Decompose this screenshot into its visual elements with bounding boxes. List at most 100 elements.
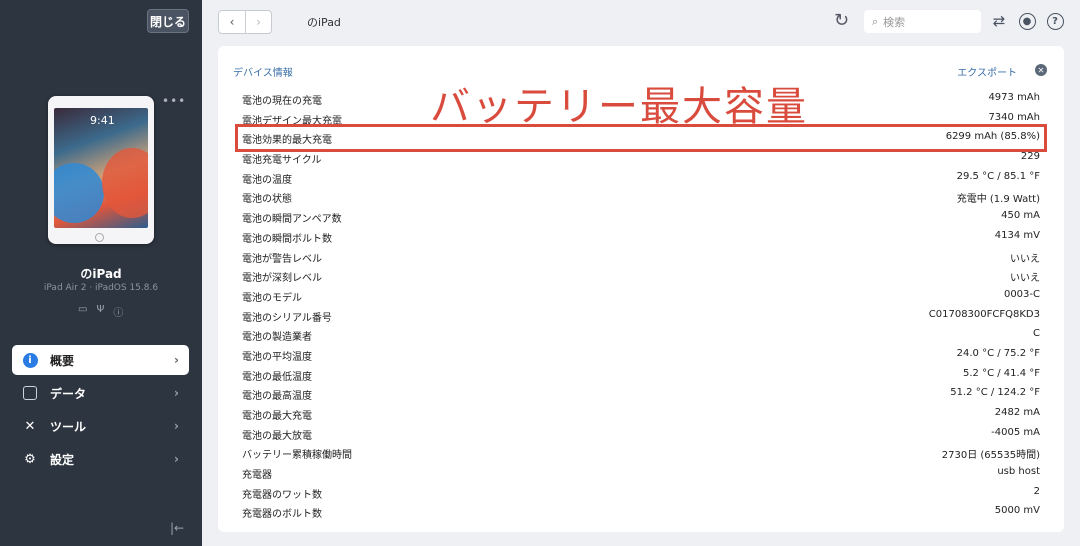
info-row: 電池が深刻レベル いいえ [242,265,1040,285]
info-row-value: 51.2 °C / 124.2 °F [950,387,1040,399]
info-row-key: 電池の瞬間アンペア数 [242,214,342,226]
info-row: 電池のシリアル番号 C01708300FCFQ8KD3 [242,305,1040,325]
export-button[interactable]: エクスポート [957,64,1017,79]
info-row-key: 電池の最大放電 [242,430,312,442]
sidebar-item-settings[interactable]: ⚙ 設定 › [12,444,189,474]
info-row: 電池のモデル 0003-C [242,285,1040,305]
device-screen: 9:41 [54,108,148,228]
battery-icon: ▭ [78,304,88,315]
forward-button[interactable]: › [245,11,271,33]
help-icon[interactable]: ? [1045,11,1065,31]
info-row-key: 電池の製造業者 [242,332,312,344]
info-row-value: 24.0 °C / 75.2 °F [956,347,1040,359]
usb-icon: Ψ [96,304,105,315]
sidebar-item-overview[interactable]: i 概要 › [12,345,189,375]
info-row-value: 4973 mAh [988,92,1040,103]
info-row-value: 2730日 (65535時間) [941,450,1040,462]
account-icon[interactable]: ● [1017,11,1037,31]
info-row-value: いいえ [1010,273,1040,285]
info-row-key: 電池の温度 [242,174,292,186]
device-image: 9:41 [48,96,154,244]
info-row-key: 電池が深刻レベル [242,273,322,285]
chevron-right-icon: › [174,353,179,367]
tools-icon: ✕ [24,418,36,434]
info-row-key: 電池の状態 [242,194,292,206]
info-row-key: 電池の現在の充電 [242,96,322,107]
sidebar-item-label: ツール [50,419,87,434]
device-time: 9:41 [90,114,115,127]
chevron-right-icon: › [174,419,179,433]
info-row: 電池の最低温度 5.2 °C / 41.4 °F [242,364,1040,384]
top-bar: ‹ › のiPad ↻ ⌕ 検索 ⇄ ● ? [202,0,1080,44]
info-row-value: 29.5 °C / 85.1 °F [956,170,1040,182]
info-row: 充電器 usb host [242,462,1040,482]
info-row: 充電器のボルト数 5000 mV [242,501,1040,521]
info-row-key: 電池充電サイクル [242,155,322,167]
info-row-value: いいえ [1010,253,1040,265]
info-row: 電池の温度 29.5 °C / 85.1 °F [242,167,1040,187]
info-row-value: 充電中 (1.9 Watt) [956,194,1040,206]
sidebar-item-data[interactable]: データ › [12,378,189,408]
device-subtitle: iPad Air 2 · iPadOS 15.8.6 [43,283,159,293]
chevron-right-icon: › [174,452,179,466]
search-input[interactable]: ⌕ 検索 [864,10,981,33]
info-row: 電池の製造業者 C [242,324,1040,344]
info-row-value: 4134 mV [994,229,1040,241]
info-row-key: 電池が警告レベル [242,253,322,265]
info-row-key: 電池の最低温度 [242,371,312,383]
info-row-value: C01708300FCFQ8KD3 [928,308,1040,320]
info-row-value: C [1033,328,1040,340]
info-row-value: 5.2 °C / 41.4 °F [963,367,1040,379]
info-row-key: 電池の最高温度 [242,391,312,403]
refresh-icon[interactable]: ↻ [834,11,854,31]
device-name: のiPad [80,267,122,281]
sidebar: 閉じる 9:41 ••• のiPad iPad Air 2 · iPadOS 1… [0,0,202,546]
history-nav: ‹ › [218,10,272,34]
gear-icon: ⚙ [24,451,36,467]
info-row: 電池の最高温度 51.2 °C / 124.2 °F [242,383,1040,403]
info-small-icon[interactable]: ⓘ [113,304,123,319]
sidebar-item-label: 設定 [50,452,75,467]
info-row-value: 0003-C [1003,288,1040,300]
info-row-value: 5000 mV [994,505,1040,517]
info-row: 電池の瞬間アンペア数 450 mA [242,206,1040,226]
info-row-key: 電池のモデル [242,292,302,304]
info-row: 電池の平均温度 24.0 °C / 75.2 °F [242,344,1040,364]
chevron-right-icon: › [174,386,179,400]
back-button[interactable]: ‹ [219,11,245,33]
info-row: 電池が警告レベル いいえ [242,246,1040,266]
info-row-value: 450 mA [1001,210,1040,222]
info-row-key: 電池の平均温度 [242,351,312,363]
info-icon: i [22,352,38,368]
search-placeholder: 検索 [883,15,906,29]
collapse-sidebar-icon[interactable]: |← [170,521,184,535]
info-row: 電池の瞬間ボルト数 4134 mV [242,226,1040,246]
more-icon[interactable]: ••• [162,94,186,108]
status-icons: ▭ Ψ ⓘ [78,304,123,319]
info-row-value: 7340 mAh [988,111,1040,123]
info-row-key: バッテリー累積稼働時間 [242,450,352,462]
info-row-value: -4005 mA [991,426,1040,438]
info-row: 電池の状態 充電中 (1.9 Watt) [242,186,1040,206]
info-row-key: 充電器 [242,470,272,482]
square-icon [22,385,38,401]
sidebar-item-label: データ [50,386,87,401]
info-row-value: 2482 mA [994,407,1040,418]
info-row-key: 電池の最大充電 [242,411,312,422]
info-row-value: 229 [1020,151,1040,163]
home-button-icon [95,233,104,242]
search-icon: ⌕ [872,14,879,28]
info-row-key: 充電器のワット数 [242,489,322,501]
page-title: のiPad [307,16,341,29]
sidebar-item-tools[interactable]: ✕ ツール › [12,411,189,441]
info-row-value: usb host [997,466,1040,478]
device-info-panel: デバイス情報 エクスポート ✕ 電池の現在の充電 4973 mAh 電池デザイン最大… [218,46,1064,532]
info-row: 電池の最大充電 2482 mA [242,403,1040,423]
sidebar-item-label: 概要 [50,353,75,368]
close-icon[interactable]: ✕ [1035,64,1047,76]
close-button[interactable]: 閉じる [147,9,189,33]
info-row-value: 2 [1033,485,1040,497]
info-row-key: 電池のシリアル番号 [242,312,332,324]
annotation-text: バッテリー最大容量 [430,84,808,130]
transfer-icon[interactable]: ⇄ [989,11,1009,31]
